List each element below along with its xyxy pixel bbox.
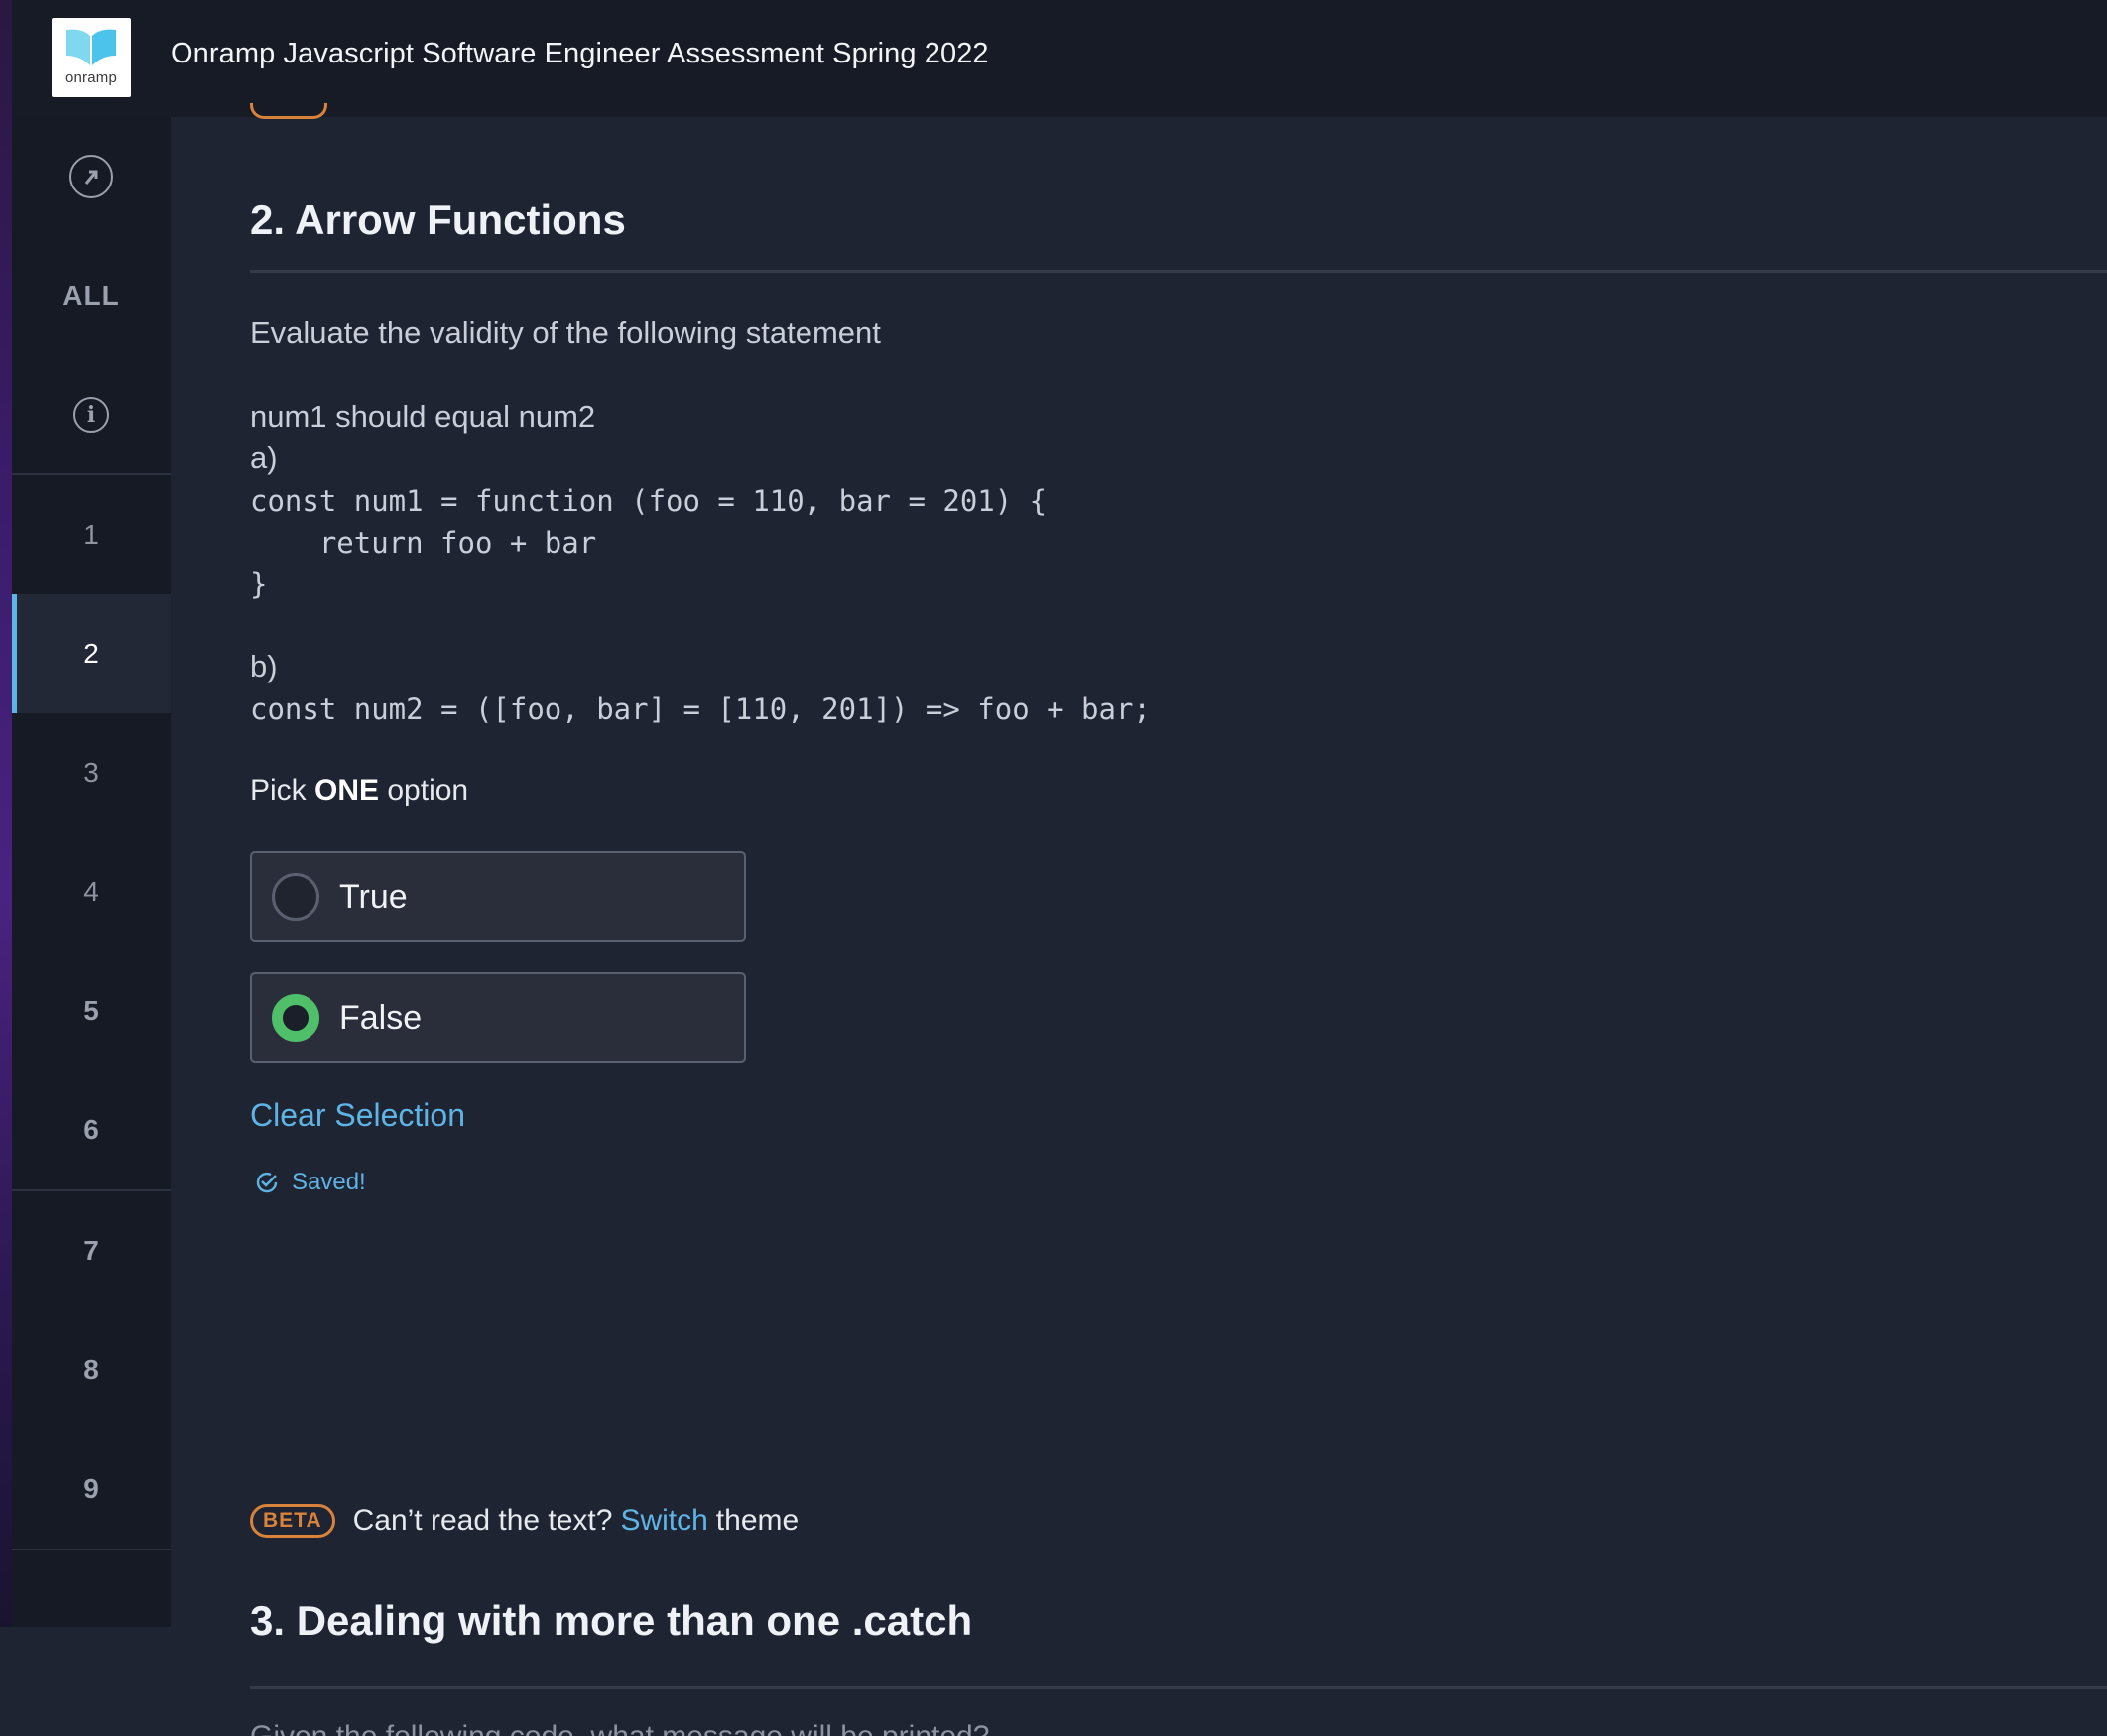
- pick-instruction: Pick ONE option: [250, 774, 468, 807]
- switch-theme-link[interactable]: Switch: [620, 1504, 707, 1538]
- theme-notice: BETA Can’t read the text? Switch theme: [250, 1504, 799, 1538]
- radio-button-selected[interactable]: [272, 994, 319, 1042]
- theme-notice-text: Can’t read the text?: [352, 1504, 613, 1537]
- part-b-label: b): [250, 649, 278, 683]
- arrow-circle-icon: [69, 155, 113, 198]
- sidebar-item-4[interactable]: 4: [12, 832, 171, 951]
- next-title-divider: [250, 1686, 2107, 1689]
- part-a-label: a): [250, 440, 278, 475]
- sidebar-item-label: 9: [83, 1473, 99, 1504]
- top-bar: onramp Onramp Javascript Software Engine…: [12, 0, 2107, 117]
- info-icon: i: [73, 397, 109, 433]
- sidebar-item-1[interactable]: 1: [12, 475, 171, 594]
- saved-label: Saved!: [292, 1169, 366, 1195]
- option-false[interactable]: False: [250, 972, 746, 1063]
- sidebar-item-6[interactable]: 6: [12, 1070, 171, 1189]
- pick-suffix: option: [379, 774, 469, 806]
- option-label: True: [339, 877, 408, 916]
- sidebar-item-7[interactable]: 7: [12, 1191, 171, 1310]
- code-a-line-2: return foo + bar: [250, 526, 597, 559]
- clear-selection-link[interactable]: Clear Selection: [250, 1097, 465, 1134]
- sidebar-nav-button[interactable]: [12, 117, 171, 236]
- question-title: 2. Arrow Functions: [250, 196, 626, 243]
- title-divider: [250, 270, 2107, 273]
- sidebar-item-label: 5: [83, 995, 99, 1026]
- sidebar-item-all[interactable]: ALL: [12, 236, 171, 355]
- sidebar-item-label: 1: [83, 519, 99, 550]
- option-label: False: [339, 998, 423, 1037]
- saved-status: Saved!: [254, 1169, 366, 1196]
- next-question-prompt-partial: Given the following code, what message w…: [250, 1722, 989, 1736]
- sidebar-item-9[interactable]: 9: [12, 1429, 171, 1549]
- sidebar-item-label: 8: [83, 1354, 99, 1385]
- window-edge: [0, 0, 12, 1627]
- beta-badge: BETA: [250, 1504, 335, 1538]
- radio-button[interactable]: [272, 873, 319, 921]
- logo-text: onramp: [64, 69, 118, 86]
- sidebar-item-label: 2: [83, 638, 99, 669]
- sidebar-item-2[interactable]: 2: [12, 594, 171, 713]
- question-prompt: Evaluate the validity of the following s…: [250, 315, 881, 350]
- logo-icon: [66, 29, 116, 66]
- sidebar-item-label: 3: [83, 757, 99, 788]
- sidebar-item-5[interactable]: 5: [12, 951, 171, 1070]
- code-a-line-3: }: [250, 567, 268, 601]
- sidebar-item-label: 7: [83, 1235, 99, 1266]
- sidebar-item-label: 6: [83, 1114, 99, 1145]
- code-b-line-1: const num2 = ([foo, bar] = [110, 201]) =…: [250, 692, 1151, 726]
- sidebar-item-8[interactable]: 8: [12, 1310, 171, 1429]
- sidebar-info-button[interactable]: i: [12, 355, 171, 474]
- sidebar-divider: [12, 1549, 171, 1550]
- question-statement: num1 should equal num2: [250, 399, 596, 434]
- option-true[interactable]: True: [250, 851, 746, 942]
- check-circle-icon: [256, 1172, 278, 1193]
- previous-beta-badge-edge: [250, 103, 327, 119]
- sidebar-all-label: ALL: [62, 280, 120, 310]
- sidebar-item-3[interactable]: 3: [12, 713, 171, 832]
- question-panel: 2. Arrow Functions Evaluate the validity…: [171, 103, 2107, 1736]
- theme-notice-suffix: theme: [715, 1504, 800, 1537]
- pick-strong: ONE: [314, 774, 380, 806]
- question-sidebar: ALL i 1 2 3 4 5 6 7 8 9: [12, 117, 171, 1627]
- pick-prefix: Pick: [250, 774, 315, 806]
- onramp-logo[interactable]: onramp: [52, 18, 131, 97]
- code-a-line-1: const num1 = function (foo = 110, bar = …: [250, 484, 1048, 518]
- next-question-title: 3. Dealing with more than one .catch: [250, 1597, 973, 1644]
- page-title: Onramp Javascript Software Engineer Asse…: [171, 38, 989, 69]
- sidebar-item-label: 4: [83, 876, 99, 907]
